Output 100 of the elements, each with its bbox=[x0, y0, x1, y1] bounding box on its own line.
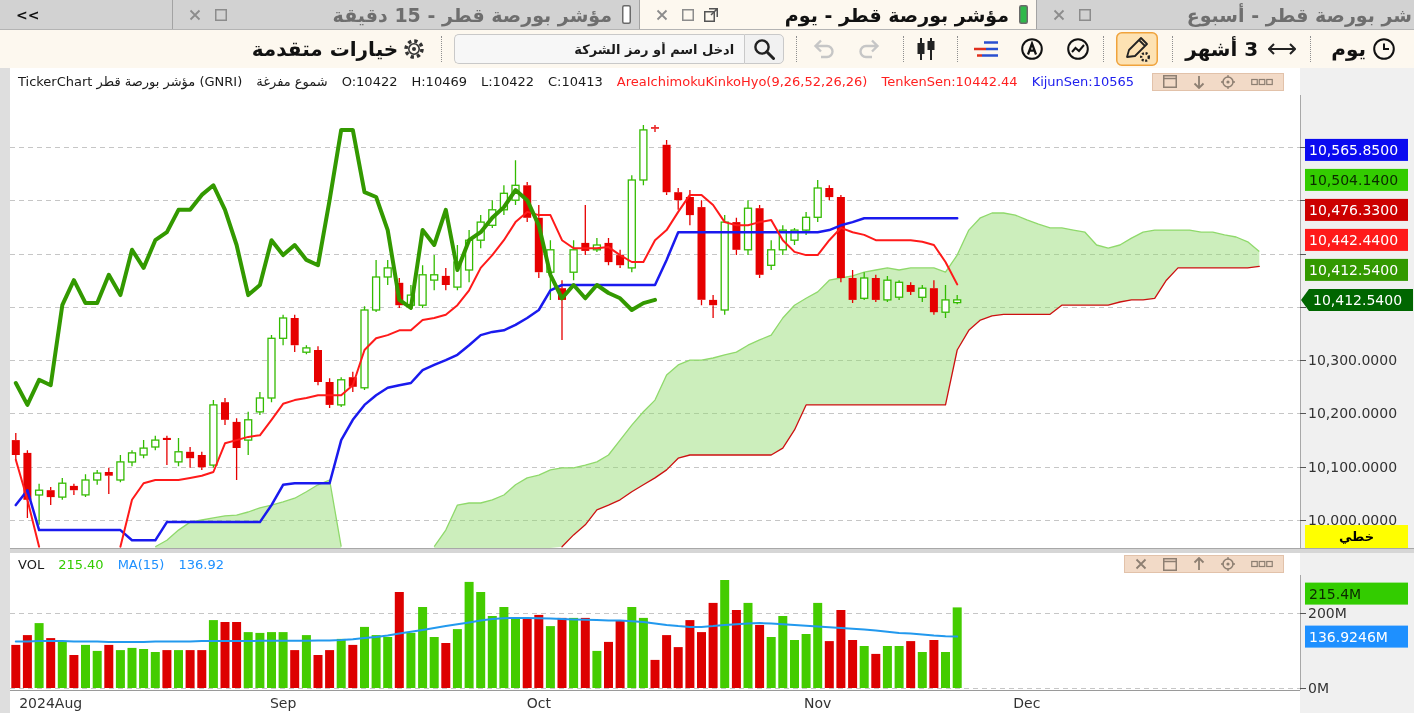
lines-icon[interactable] bbox=[973, 40, 1000, 58]
clock-icon[interactable] bbox=[1373, 38, 1395, 60]
tab-scroll-button[interactable]: << bbox=[10, 4, 46, 25]
maximize-icon[interactable] bbox=[215, 8, 227, 21]
candlestick bbox=[918, 284, 927, 303]
candlestick bbox=[93, 469, 102, 486]
maximize-icon[interactable] bbox=[1163, 557, 1177, 571]
circled-a-icon[interactable] bbox=[1021, 38, 1044, 60]
candlestick bbox=[848, 269, 857, 304]
candlestick bbox=[127, 449, 137, 467]
candlestick bbox=[453, 244, 462, 291]
up-arrow-icon[interactable] bbox=[1193, 557, 1205, 571]
candlestick bbox=[801, 211, 811, 236]
candlestick bbox=[325, 377, 334, 409]
candlestick bbox=[732, 217, 741, 256]
candlestick bbox=[383, 259, 392, 286]
candlestick bbox=[790, 227, 799, 246]
axis-label: 2024Aug bbox=[19, 695, 83, 711]
price-label: 10,412.5400 bbox=[1305, 258, 1408, 281]
candlestick bbox=[290, 314, 299, 353]
candlestick bbox=[151, 435, 160, 451]
legend-text: MA(15) bbox=[117, 556, 165, 572]
interval-selector[interactable]: يوم bbox=[1331, 37, 1366, 61]
candlestick bbox=[464, 229, 474, 283]
candlestick bbox=[139, 439, 148, 459]
maximize-icon[interactable] bbox=[1163, 75, 1177, 88]
candlestick bbox=[11, 432, 20, 461]
maximize-icon[interactable] bbox=[682, 8, 694, 21]
candlestick bbox=[639, 124, 648, 186]
candlestick bbox=[23, 449, 32, 519]
candlestick bbox=[813, 179, 822, 223]
axis-label: 10,200.0000 bbox=[1308, 405, 1398, 422]
legend-text: شموع مفرغة bbox=[256, 74, 328, 89]
candlestick bbox=[302, 344, 311, 355]
candlestick bbox=[604, 237, 613, 266]
axis-label: Sep bbox=[269, 695, 297, 711]
candlestick-icon[interactable] bbox=[915, 37, 938, 61]
candlestick bbox=[209, 399, 218, 469]
candlestick bbox=[871, 274, 880, 303]
axis-label: 10,000.0000 bbox=[1308, 512, 1398, 528]
candlestick bbox=[476, 214, 485, 249]
legend-text: O:10422 bbox=[341, 74, 398, 89]
price-label: 10,476.3300 bbox=[1305, 198, 1408, 221]
settings-icon[interactable] bbox=[403, 38, 426, 60]
candlestick bbox=[104, 467, 113, 495]
axis-label: Nov bbox=[804, 695, 832, 711]
candlestick bbox=[232, 417, 241, 481]
candlestick bbox=[709, 294, 718, 319]
tab[interactable]: مؤشر بورصة قطر - يوم bbox=[639, 0, 1036, 29]
candlestick bbox=[278, 314, 288, 346]
detach-icon[interactable] bbox=[704, 7, 718, 22]
candlestick bbox=[767, 239, 776, 271]
candlestick bbox=[825, 184, 834, 201]
maximize-icon[interactable] bbox=[1079, 8, 1091, 21]
legend-text: KijunSen:10565 bbox=[1031, 74, 1135, 89]
price-label: 10,504.1400 bbox=[1305, 168, 1408, 191]
line-chart-icon[interactable] bbox=[1067, 38, 1090, 60]
crosshair-icon[interactable] bbox=[1221, 557, 1235, 571]
candlestick bbox=[186, 446, 195, 469]
ellipsis-icon[interactable] bbox=[1251, 77, 1273, 86]
close-icon[interactable] bbox=[1053, 8, 1065, 21]
advanced-options-button[interactable]: خيارات متقدمة bbox=[251, 37, 399, 61]
candlestick bbox=[255, 391, 265, 416]
candlestick bbox=[616, 249, 625, 269]
volume-label: 215.4M bbox=[1305, 582, 1408, 605]
ellipsis-icon[interactable] bbox=[1251, 560, 1273, 568]
candlestick bbox=[953, 294, 962, 305]
close-icon[interactable] bbox=[1135, 558, 1147, 570]
axis-label: 200M bbox=[1308, 605, 1347, 621]
candlestick bbox=[569, 239, 578, 281]
candlestick bbox=[34, 483, 44, 526]
crosshair-icon[interactable] bbox=[1221, 74, 1235, 89]
pencil-gear-icon[interactable] bbox=[1116, 32, 1159, 66]
candlestick bbox=[58, 477, 67, 501]
status-indicator-icon bbox=[1019, 5, 1028, 24]
legend-text: C:10413 bbox=[547, 74, 603, 89]
double-arrow-icon[interactable] bbox=[1268, 42, 1297, 56]
candlestick bbox=[685, 189, 694, 226]
candlestick bbox=[511, 159, 520, 206]
legend-text: L:10422 bbox=[481, 74, 534, 89]
scale-button[interactable]: خطي bbox=[1305, 525, 1408, 548]
current-price-label: 10,412.5400 bbox=[1301, 288, 1413, 311]
legend-text: H:10469 bbox=[411, 74, 467, 89]
candlestick bbox=[267, 334, 276, 403]
range-selector[interactable]: 3 أشهر bbox=[1185, 37, 1259, 61]
candlestick bbox=[592, 237, 602, 253]
candlestick bbox=[743, 199, 753, 256]
candlestick bbox=[116, 454, 125, 483]
close-icon[interactable] bbox=[189, 8, 201, 21]
candlestick bbox=[395, 277, 404, 309]
down-arrow-icon[interactable] bbox=[1193, 74, 1205, 89]
close-icon[interactable] bbox=[656, 8, 668, 21]
candlestick bbox=[929, 279, 938, 316]
candlestick bbox=[860, 271, 869, 301]
axis-label: Dec bbox=[1013, 695, 1041, 711]
candlestick bbox=[81, 473, 90, 498]
candlestick bbox=[581, 204, 590, 256]
volume-label: 136.9246M bbox=[1305, 625, 1408, 648]
axis-label: 10,300.0000 bbox=[1308, 352, 1398, 369]
search-button[interactable] bbox=[744, 34, 785, 64]
